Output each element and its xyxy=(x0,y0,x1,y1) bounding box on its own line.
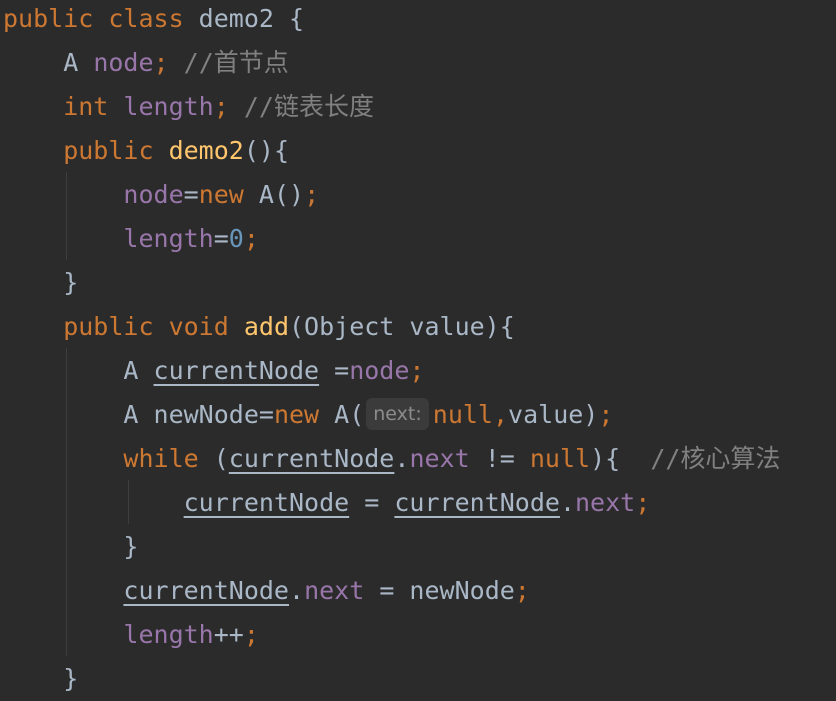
code-token: next xyxy=(575,488,636,517)
code-token: new xyxy=(273,400,335,429)
code-token: ){ xyxy=(590,444,651,473)
code-line[interactable]: public demo2(){ xyxy=(3,129,289,173)
code-token: A() xyxy=(258,180,305,209)
code-token: while xyxy=(123,444,214,473)
code-token: ; xyxy=(213,92,244,121)
code-line[interactable]: } xyxy=(3,525,138,569)
code-line[interactable]: currentNode = currentNode.next; xyxy=(3,481,651,525)
code-token: //链表长度 xyxy=(243,92,374,121)
code-token: currentNode xyxy=(394,488,560,517)
code-token: demo2 { xyxy=(198,4,305,33)
code-line[interactable]: A currentNode =node; xyxy=(3,349,424,393)
code-token: = xyxy=(183,180,199,209)
code-line[interactable]: int length; //链表长度 xyxy=(3,85,374,129)
code-token: = xyxy=(349,488,395,517)
code-token: (){ xyxy=(243,136,289,165)
code-token: int xyxy=(3,92,124,121)
code-token: currentNode xyxy=(123,576,289,605)
code-token: A xyxy=(3,48,94,77)
code-token: != xyxy=(469,444,530,473)
code-token: 0 xyxy=(228,224,244,253)
code-token: . xyxy=(394,444,410,473)
code-token: = xyxy=(319,356,350,385)
code-token: node xyxy=(123,180,184,209)
code-token: , xyxy=(492,400,509,429)
code-token: ( xyxy=(213,444,229,473)
code-line[interactable]: while (currentNode.next != null){ //核心算法 xyxy=(3,437,780,481)
code-token: length xyxy=(123,92,214,121)
code-token: ++ xyxy=(213,620,244,649)
code-token: ; xyxy=(598,400,614,429)
code-token: public xyxy=(3,4,109,33)
code-token: public xyxy=(3,312,169,341)
code-token: add xyxy=(243,312,289,341)
code-token: ; xyxy=(635,488,651,517)
code-editor[interactable]: public class demo2 { A node; //首节点 int l… xyxy=(0,0,836,699)
code-token: = xyxy=(213,224,229,253)
code-token: . xyxy=(559,488,575,517)
code-line[interactable]: A newNode=new A(next: null,value); xyxy=(3,393,613,437)
code-line[interactable]: public void add(Object value){ xyxy=(3,305,515,349)
code-token: = newNode xyxy=(364,576,515,605)
code-token: ; xyxy=(243,224,259,253)
code-token: A newNode= xyxy=(3,400,274,429)
code-line[interactable]: length=0; xyxy=(3,217,259,261)
code-token: new xyxy=(198,180,259,209)
code-line[interactable]: currentNode.next = newNode; xyxy=(3,569,530,613)
code-line[interactable]: } xyxy=(3,261,78,305)
code-token: ; xyxy=(514,576,530,605)
code-token: null xyxy=(529,444,591,473)
code-token: } xyxy=(3,532,139,561)
parameter-hint: next: xyxy=(366,398,429,430)
code-line[interactable]: } xyxy=(3,657,78,701)
code-token: ; xyxy=(243,620,259,649)
code-token: void xyxy=(168,312,244,341)
code-token: null xyxy=(432,400,493,429)
code-token: length xyxy=(123,224,214,253)
code-token: public xyxy=(3,136,169,165)
code-token: ; xyxy=(409,356,425,385)
code-line[interactable]: public class demo2 { xyxy=(3,0,304,41)
code-token: //核心算法 xyxy=(650,444,781,473)
code-token: A( xyxy=(334,400,365,429)
code-token: class xyxy=(108,4,199,33)
code-token: currentNode xyxy=(183,488,350,517)
code-token: A xyxy=(3,356,154,385)
code-line[interactable]: node=new A(); xyxy=(3,173,319,217)
code-token: ; xyxy=(304,180,320,209)
code-token: node xyxy=(349,356,410,385)
code-token: currentNode xyxy=(228,444,395,473)
code-token: currentNode xyxy=(153,356,320,385)
code-token: value) xyxy=(508,400,599,429)
code-token: demo2 xyxy=(168,136,244,165)
code-token: length xyxy=(123,620,214,649)
code-line[interactable]: length++; xyxy=(3,613,259,657)
code-token: . xyxy=(289,576,305,605)
code-line[interactable]: A node; //首节点 xyxy=(3,41,289,85)
code-token: next xyxy=(409,444,470,473)
code-token: } xyxy=(3,664,79,693)
code-token: (Object value){ xyxy=(289,312,515,341)
code-token: next xyxy=(304,576,365,605)
code-token: node xyxy=(93,48,154,77)
code-token: ; xyxy=(153,48,184,77)
code-token: } xyxy=(3,268,79,297)
code-token: //首节点 xyxy=(183,48,289,77)
